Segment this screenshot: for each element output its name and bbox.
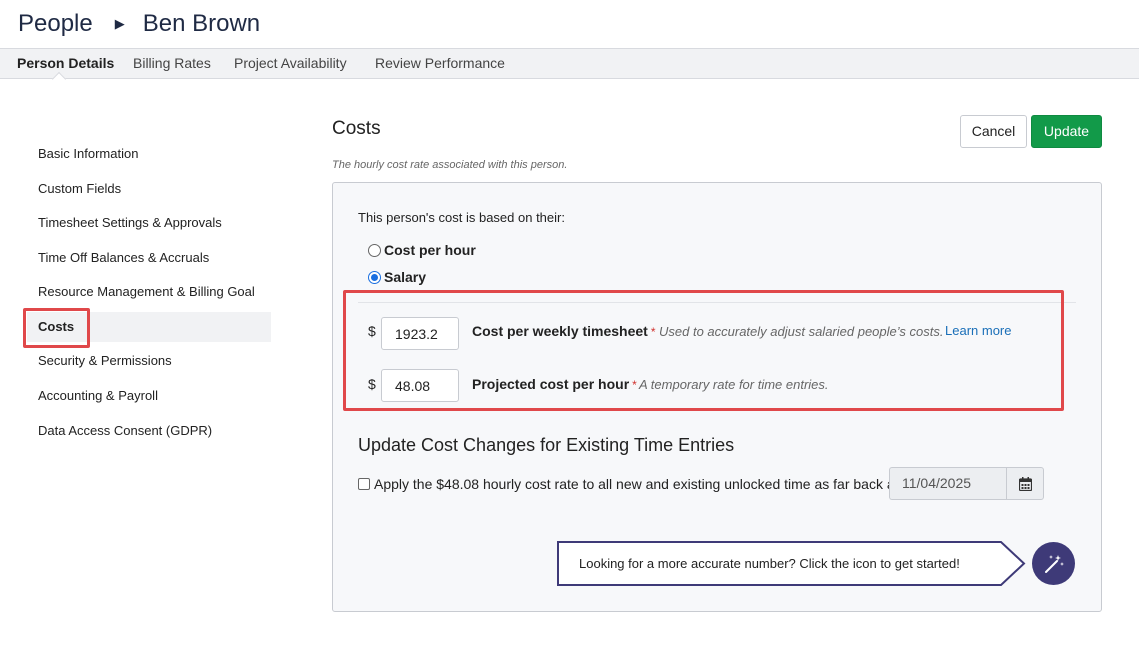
breadcrumb-root[interactable]: People xyxy=(18,10,93,38)
tab-project-availability[interactable]: Project Availability xyxy=(234,49,347,78)
cancel-button[interactable]: Cancel xyxy=(960,115,1027,148)
salary-radio[interactable] xyxy=(368,270,381,284)
cost-basis-label: This person's cost is based on their: xyxy=(358,210,565,225)
sidebar-item-basic-information[interactable]: Basic Information xyxy=(27,139,271,169)
breadcrumb-current: Ben Brown xyxy=(142,10,261,37)
calendar-icon[interactable] xyxy=(1006,467,1044,500)
cost-per-hour-radio[interactable] xyxy=(368,243,381,257)
page-description: The hourly cost rate associated with thi… xyxy=(332,159,568,171)
update-cost-changes-title: Update Cost Changes for Existing Time En… xyxy=(358,435,735,455)
salary-option[interactable]: Salary xyxy=(368,267,426,287)
tab-person-details[interactable]: Person Details xyxy=(17,49,114,78)
apply-date-input[interactable]: 11/04/2025 xyxy=(889,467,1006,500)
tab-bar: Person Details Billing Rates Project Ava… xyxy=(0,48,1139,79)
apply-rate-text: Apply the $48.08 hourly cost rate to all… xyxy=(374,476,902,492)
breadcrumb: People ▶ Ben Brown xyxy=(18,6,260,42)
sidebar-item-time-off[interactable]: Time Off Balances & Accruals xyxy=(27,243,271,273)
cost-fields-highlight-box xyxy=(343,290,1064,411)
page-title: Costs xyxy=(332,118,381,139)
tab-review-performance[interactable]: Review Performance xyxy=(375,49,505,78)
apply-rate-row[interactable]: Apply the $48.08 hourly cost rate to all… xyxy=(358,475,902,493)
costs-highlight-box xyxy=(23,308,90,348)
sidebar-item-gdpr[interactable]: Data Access Consent (GDPR) xyxy=(27,416,271,446)
update-button[interactable]: Update xyxy=(1031,115,1102,148)
cost-per-hour-label: Cost per hour xyxy=(384,242,476,258)
sidebar-item-timesheet-settings[interactable]: Timesheet Settings & Approvals xyxy=(27,208,271,238)
salary-label: Salary xyxy=(384,269,427,285)
sidebar-item-security[interactable]: Security & Permissions xyxy=(27,346,271,376)
tab-billing-rates[interactable]: Billing Rates xyxy=(133,49,211,78)
callout-text: Looking for a more accurate number? Clic… xyxy=(579,556,960,571)
accuracy-callout: Looking for a more accurate number? Clic… xyxy=(557,541,1027,586)
sidebar-item-custom-fields[interactable]: Custom Fields xyxy=(27,174,271,204)
triangle-right-icon: ▶ xyxy=(114,16,125,31)
sidebar-item-resource-management[interactable]: Resource Management & Billing Goal xyxy=(27,277,271,307)
sidebar-item-accounting[interactable]: Accounting & Payroll xyxy=(27,381,271,411)
cost-per-hour-option[interactable]: Cost per hour xyxy=(368,240,476,260)
apply-date-picker[interactable]: 11/04/2025 xyxy=(889,467,1044,500)
magic-wand-icon[interactable] xyxy=(1032,542,1075,585)
apply-rate-checkbox[interactable] xyxy=(358,478,370,490)
